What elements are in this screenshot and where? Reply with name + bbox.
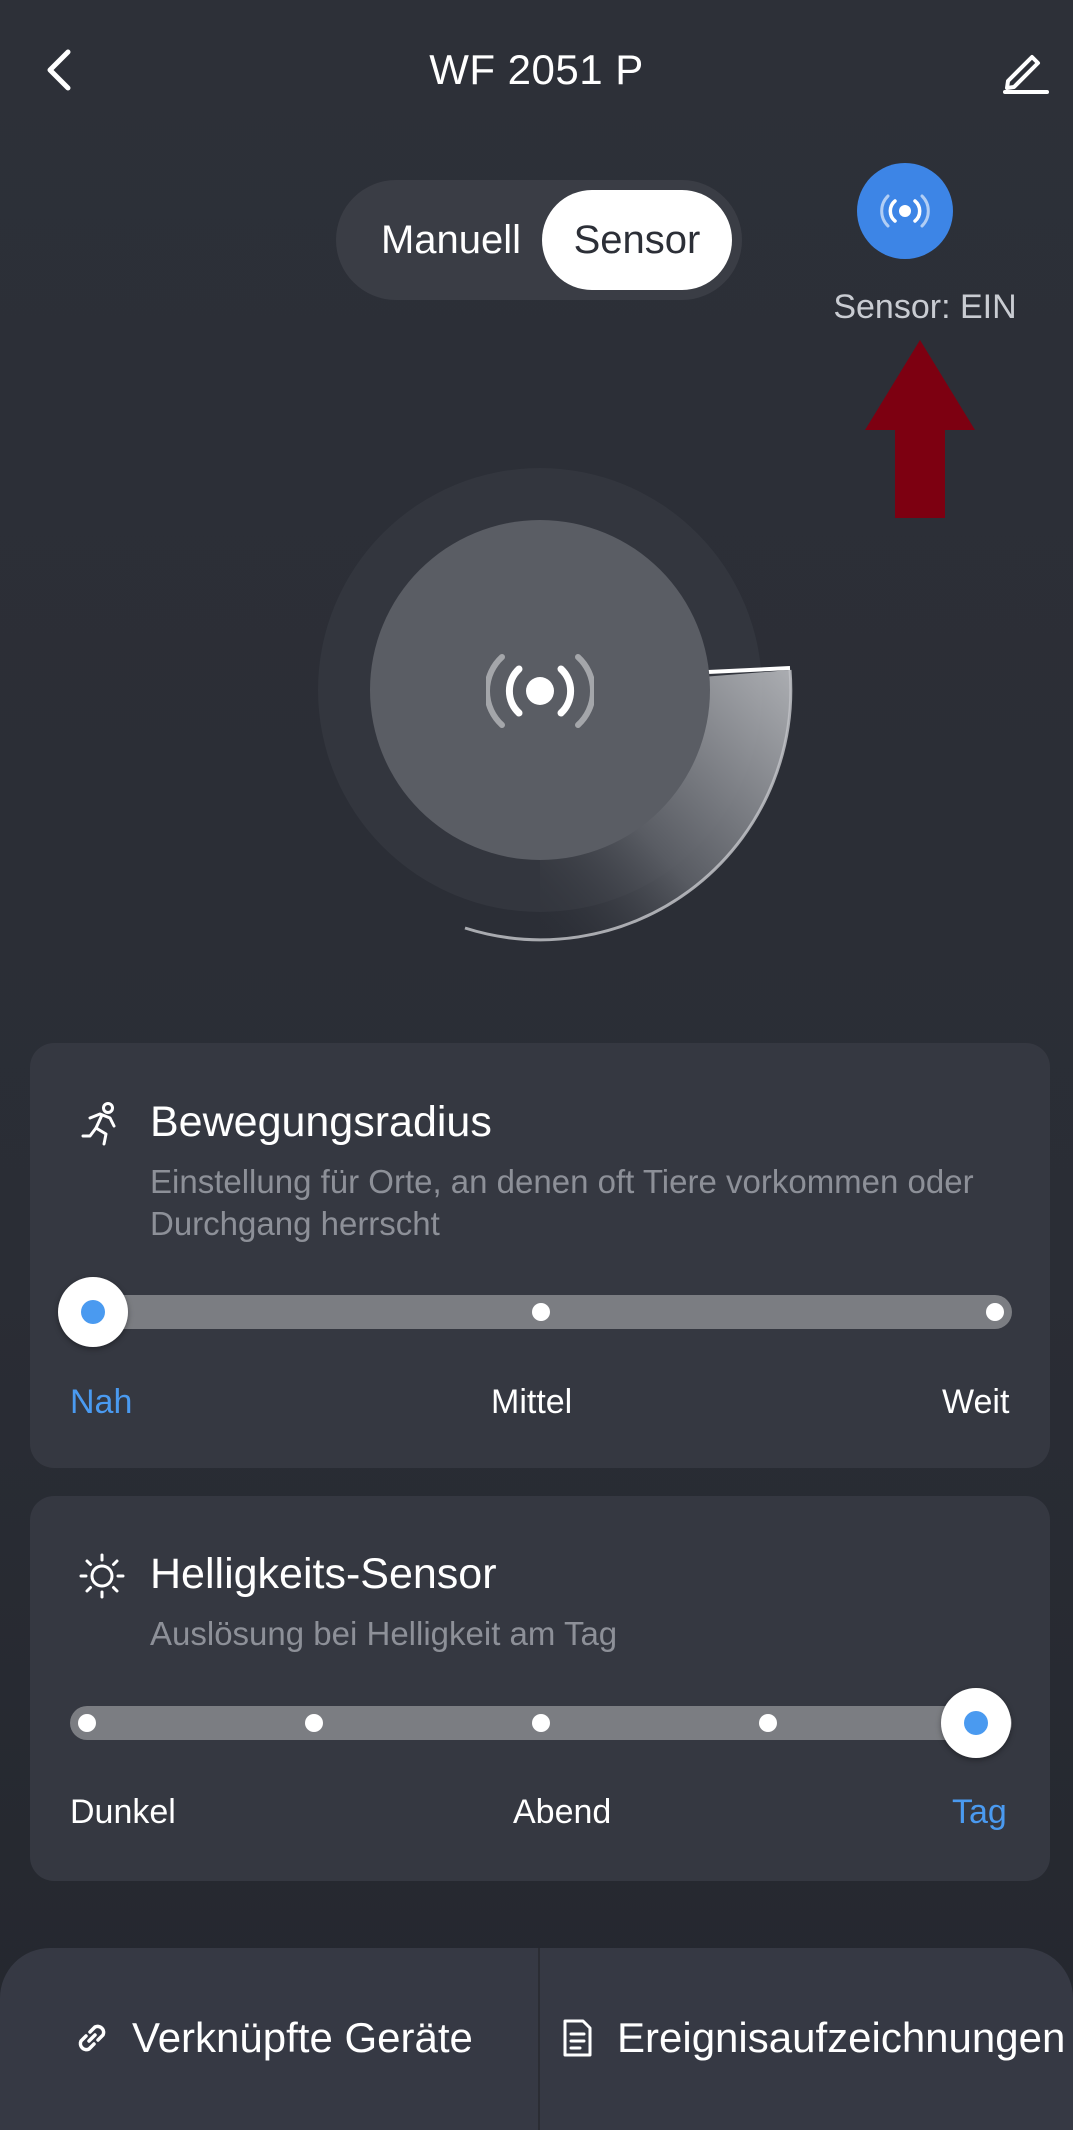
mode-sensor-option[interactable]: Sensor	[542, 190, 732, 290]
event-log-button[interactable]: Ereignisaufzeichnungen	[555, 2003, 1065, 2073]
slider-step-dot[interactable]	[78, 1714, 96, 1732]
slider-step-dot[interactable]	[532, 1714, 550, 1732]
motion-radius-slider[interactable]	[58, 1277, 1012, 1347]
page-title: WF 2051 P	[429, 46, 644, 93]
motion-label-medium[interactable]: Mittel	[491, 1383, 572, 1422]
sensor-toggle-button[interactable]	[857, 163, 953, 259]
motion-label-near[interactable]: Nah	[70, 1383, 132, 1422]
slider-thumb-indicator	[964, 1711, 988, 1735]
edit-button[interactable]	[995, 40, 1055, 100]
brightness-label-dark[interactable]: Dunkel	[70, 1793, 176, 1832]
slider-step-dot[interactable]	[305, 1714, 323, 1732]
slider-step-dot[interactable]	[759, 1714, 777, 1732]
bottom-bar-divider	[538, 1948, 540, 2130]
header: WF 2051 P	[0, 0, 1073, 150]
pencil-icon	[1003, 55, 1049, 94]
slider-thumb-indicator	[81, 1300, 105, 1324]
sun-icon	[78, 1552, 126, 1600]
motion-radius-card: Bewegungsradius Einstellung für Orte, an…	[30, 1043, 1050, 1468]
event-log-label: Ereignisaufzeichnungen	[617, 2014, 1066, 2061]
linked-devices-label: Verknüpfte Geräte	[132, 2014, 473, 2061]
motion-radius-title: Bewegungsradius	[150, 1098, 492, 1146]
sensor-dial[interactable]	[300, 450, 800, 950]
linked-devices-button[interactable]: Verknüpfte Geräte	[70, 2003, 473, 2073]
broadcast-icon	[880, 194, 930, 228]
slider-thumb[interactable]	[58, 1277, 128, 1347]
broadcast-icon	[486, 654, 594, 728]
link-icon	[70, 2016, 114, 2060]
motion-label-far[interactable]: Weit	[942, 1383, 1009, 1422]
brightness-label-day[interactable]: Tag	[952, 1793, 1007, 1832]
brightness-slider[interactable]	[70, 1688, 1012, 1758]
running-person-icon	[78, 1100, 126, 1148]
slider-step-dot[interactable]	[986, 1303, 1004, 1321]
sensor-status-text: Sensor: EIN	[833, 288, 1017, 326]
app-screen: WF 2051 P Manuell Sensor Sensor: EIN Bew…	[0, 0, 1073, 2130]
brightness-sensor-title: Helligkeits-Sensor	[150, 1550, 497, 1598]
mode-toggle: Manuell Sensor	[336, 180, 742, 300]
brightness-sensor-description: Auslösung bei Helligkeit am Tag	[150, 1615, 618, 1652]
brightness-label-evening[interactable]: Abend	[513, 1793, 611, 1832]
annotation-arrow	[865, 340, 975, 518]
mode-manual-option[interactable]: Manuell	[356, 190, 546, 290]
brightness-sensor-card: Helligkeits-Sensor Auslösung bei Helligk…	[30, 1496, 1050, 1881]
slider-step-dot[interactable]	[532, 1303, 550, 1321]
bottom-action-bar: Verknüpfte Geräte Ereignisaufzeichnungen	[0, 1948, 1073, 2130]
document-icon	[555, 2016, 599, 2060]
motion-radius-description: Einstellung für Orte, an denen oft Tiere…	[150, 1163, 974, 1242]
slider-thumb[interactable]	[941, 1688, 1011, 1758]
